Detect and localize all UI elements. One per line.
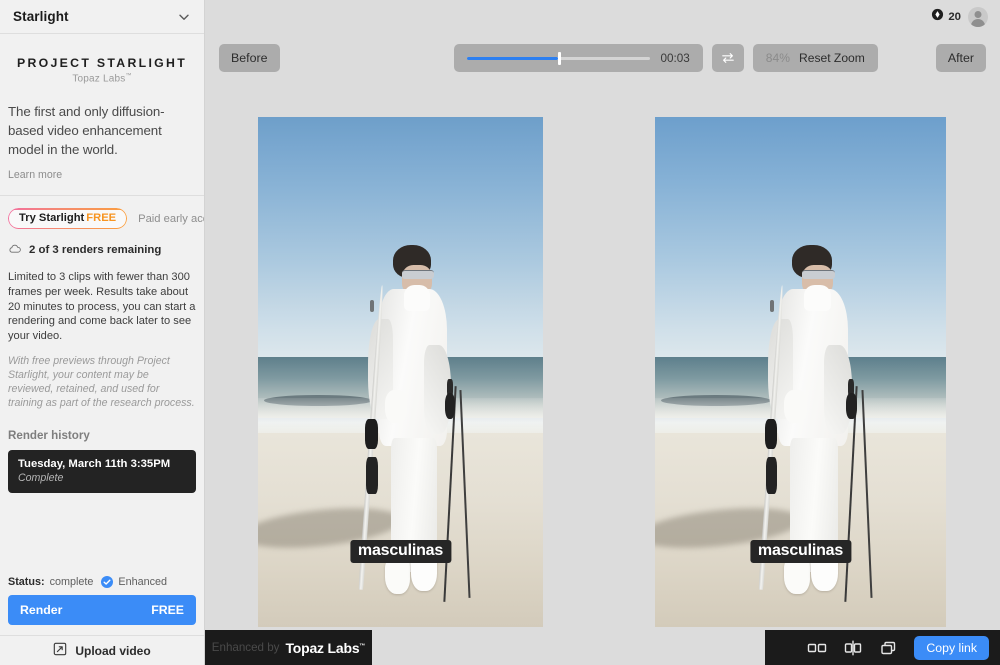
copy-link-label: Copy link <box>926 640 977 655</box>
render-history-item[interactable]: Tuesday, March 11th 3:35PM Complete <box>8 450 196 494</box>
render-history-date: Tuesday, March 11th 3:35PM <box>18 458 171 471</box>
try-starlight-label: Try Starlight <box>19 212 85 225</box>
glove <box>784 389 808 424</box>
watermark-trademark: ™ <box>359 642 366 649</box>
paid-early-access-tab[interactable]: Paid early access <box>138 213 204 225</box>
bottom-toolbar: Copy link <box>765 630 1000 665</box>
brand-subtitle: Topaz Labs™ <box>0 73 204 84</box>
watermark-brand-text: Topaz Labs <box>285 639 360 656</box>
ski-logo <box>370 300 375 312</box>
watermark-brand: Topaz Labs™ <box>285 640 365 656</box>
after-button[interactable]: After <box>935 44 986 72</box>
scrubber-playhead[interactable] <box>558 51 561 65</box>
render-history-state: Complete <box>18 472 64 485</box>
coin-icon <box>931 8 944 26</box>
policy-description: With free previews through Project Starl… <box>8 355 195 410</box>
plan-row: Try StarlightFREE Paid early access <box>0 196 204 230</box>
ski-binding-lower <box>765 456 778 494</box>
enhanced-label: Enhanced <box>118 576 168 588</box>
collar <box>404 285 431 312</box>
sunglasses <box>402 269 435 280</box>
playback-time: 00:03 <box>660 51 690 65</box>
sunglasses <box>802 269 835 280</box>
watermark-prefix: Enhanced by <box>211 641 280 654</box>
video-subtitle: masculinas <box>749 540 852 564</box>
sidebar-title: Starlight <box>13 9 69 24</box>
collar <box>804 285 831 312</box>
renders-remaining-label: 2 of 3 renders remaining <box>29 244 162 257</box>
video-panel-before[interactable]: masculinas <box>258 117 543 627</box>
credits-badge[interactable]: 20 <box>931 8 961 26</box>
toolbar: Before 00:03 84% Reset Zoom After <box>205 42 1000 74</box>
main-area: 20 Before 00:03 84% Reset Zoom After mas… <box>205 0 1000 665</box>
chevron-down-icon[interactable] <box>177 10 191 24</box>
render-button-label: Render <box>20 603 63 617</box>
status-value: complete <box>49 576 94 588</box>
credits-count: 20 <box>948 11 961 23</box>
before-button[interactable]: Before <box>219 44 280 72</box>
before-label: Before <box>231 51 268 65</box>
brand-trademark: ™ <box>125 73 132 79</box>
topaz-watermark: Enhanced by Topaz Labs™ <box>205 630 372 665</box>
tagline: The first and only diffusion-based video… <box>8 104 165 158</box>
upload-video-label: Upload video <box>75 643 151 658</box>
upload-icon <box>53 642 67 659</box>
try-starlight-button[interactable]: Try Starlight FREE <box>8 208 128 230</box>
ski-binding-upper <box>764 419 778 450</box>
check-icon <box>101 576 114 588</box>
render-button[interactable]: Render FREE <box>8 595 196 625</box>
sidebar-footer: Status: complete Enhanced Render FREE Up… <box>0 576 204 665</box>
sidebar-body: PROJECT STARLIGHT Topaz Labs™ The first … <box>0 34 204 665</box>
renders-remaining-row: 2 of 3 renders remaining <box>0 229 204 259</box>
video-panel-after[interactable]: masculinas <box>655 117 946 627</box>
topbar: 20 <box>205 0 1000 34</box>
render-button-badge: FREE <box>151 603 184 617</box>
user-avatar-icon[interactable] <box>968 7 988 27</box>
app-root: Starlight PROJECT STARLIGHT Topaz Labs™ … <box>0 0 1000 665</box>
sidebar-header[interactable]: Starlight <box>0 0 204 34</box>
swap-arrows-icon[interactable] <box>711 44 744 72</box>
reset-zoom-button[interactable]: 84% Reset Zoom <box>752 44 878 72</box>
glove <box>384 389 408 424</box>
after-label: After <box>947 51 974 65</box>
zoom-percentage: 84% <box>765 51 790 65</box>
side-by-side-view-icon[interactable] <box>806 637 828 659</box>
ski-logo <box>769 300 774 312</box>
brand-block: PROJECT STARLIGHT Topaz Labs™ <box>0 34 204 84</box>
split-view-icon[interactable] <box>842 637 864 659</box>
video-subtitle: masculinas <box>349 540 452 564</box>
brand-title: PROJECT STARLIGHT <box>16 56 188 70</box>
cloud-icon <box>8 241 22 259</box>
render-history-label: Render history <box>8 429 90 443</box>
sidebar: Starlight PROJECT STARLIGHT Topaz Labs™ … <box>0 0 205 665</box>
limit-description: Limited to 3 clips with fewer than 300 f… <box>8 271 196 342</box>
ski-binding-lower <box>366 456 378 494</box>
copy-link-button[interactable]: Copy link <box>914 635 989 660</box>
upload-video-button[interactable]: Upload video <box>0 635 204 665</box>
brand-subtitle-text: Topaz Labs <box>72 73 126 85</box>
scrubber-fill <box>466 56 559 60</box>
try-starlight-free-badge: FREE <box>86 212 117 225</box>
playback-scrubber[interactable]: 00:03 <box>453 44 703 72</box>
status-row: Status: complete Enhanced <box>0 576 204 595</box>
comparison-stage: masculinas masculinas <box>205 110 1000 665</box>
right-hand <box>444 393 456 420</box>
ski-binding-upper <box>365 419 378 450</box>
status-label: Status: <box>8 576 45 588</box>
overlay-view-icon[interactable] <box>878 637 900 659</box>
right-hand <box>845 393 857 420</box>
reset-zoom-label: Reset Zoom <box>798 51 865 65</box>
learn-more-link[interactable]: Learn more <box>8 169 196 181</box>
scrubber-track[interactable] <box>466 51 650 65</box>
